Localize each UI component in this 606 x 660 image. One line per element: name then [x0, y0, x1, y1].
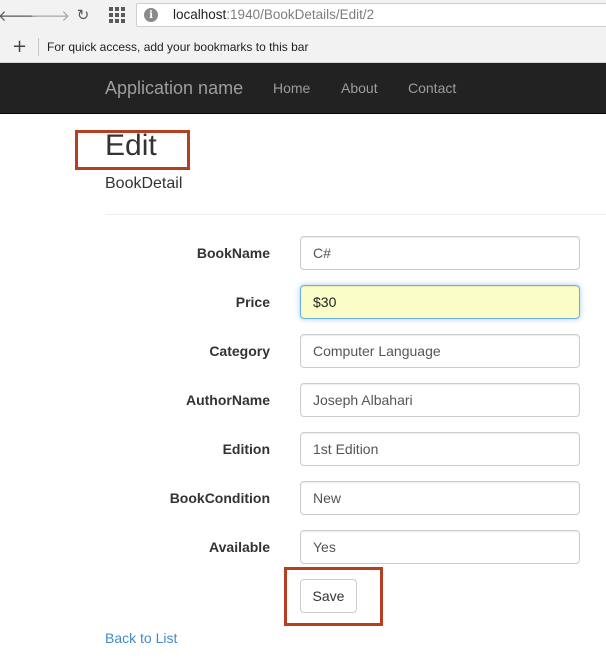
bookmarks-bar: + For quick access, add your bookmarks t… — [0, 31, 606, 63]
form-row-available: Available — [105, 530, 606, 564]
authorname-input[interactable] — [300, 383, 580, 417]
url-text[interactable]: localhost:1940/BookDetails/Edit/2 — [173, 7, 374, 22]
form-row-category: Category — [105, 334, 606, 368]
divider — [105, 214, 606, 215]
back-to-list-link[interactable]: Back to List — [105, 630, 177, 646]
form-row-bookname: BookName — [105, 236, 606, 270]
navbar-brand[interactable]: Application name — [105, 78, 243, 99]
address-bar[interactable]: i localhost:1940/BookDetails/Edit/2 — [136, 3, 606, 27]
url-host: localhost — [173, 7, 227, 22]
nav-link-home[interactable]: Home — [273, 80, 310, 96]
forward-arrow-icon[interactable]: 🡒 — [30, 5, 70, 25]
available-input[interactable] — [300, 530, 580, 564]
bookmarks-separator — [38, 38, 39, 56]
edition-input[interactable] — [300, 432, 580, 466]
edition-label: Edition — [222, 441, 270, 457]
category-label: Category — [209, 343, 270, 359]
form-row-edition: Edition — [105, 432, 606, 466]
back-arrow-icon[interactable]: 🡐 — [0, 5, 38, 25]
page-title: Edit — [105, 129, 157, 162]
bookcondition-input[interactable] — [300, 481, 580, 515]
form-row-price: Price — [105, 285, 606, 319]
bookname-input[interactable] — [300, 236, 580, 270]
form-row-authorname: AuthorName — [105, 383, 606, 417]
price-label: Price — [235, 294, 270, 310]
site-navbar: Application name Home About Contact — [0, 63, 606, 114]
form-row-bookcondition: BookCondition — [105, 481, 606, 515]
nav-link-about[interactable]: About — [341, 80, 378, 96]
nav-link-contact[interactable]: Contact — [408, 80, 456, 96]
page-info-icon[interactable]: i — [144, 8, 158, 22]
bookname-label: BookName — [196, 245, 270, 261]
apps-grid-icon[interactable] — [109, 7, 125, 23]
browser-toolbar: 🡐 🡒 ↻ i localhost:1940/BookDetails/Edit/… — [0, 0, 606, 31]
url-path: :1940/BookDetails/Edit/2 — [226, 7, 375, 22]
plus-icon[interactable]: + — [12, 36, 27, 57]
available-label: Available — [209, 539, 270, 555]
price-input[interactable] — [300, 285, 580, 319]
bookmarks-prompt: For quick access, add your bookmarks to … — [47, 40, 309, 54]
bookcondition-label: BookCondition — [169, 490, 270, 506]
authorname-label: AuthorName — [185, 392, 270, 408]
reload-icon[interactable]: ↻ — [73, 5, 93, 25]
category-input[interactable] — [300, 334, 580, 368]
page-subtitle: BookDetail — [105, 175, 183, 192]
save-button[interactable]: Save — [300, 579, 357, 613]
